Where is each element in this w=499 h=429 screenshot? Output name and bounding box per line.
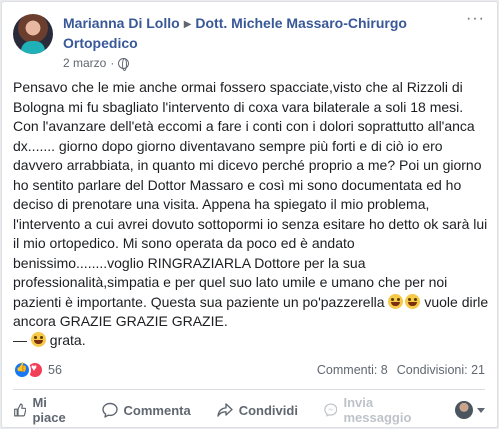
post-signature: — grata. bbox=[13, 332, 86, 348]
globe-icon[interactable] bbox=[118, 57, 130, 71]
shares-count-link[interactable]: Condivisioni: 21 bbox=[397, 363, 485, 377]
messenger-icon bbox=[324, 403, 338, 417]
thumbs-up-icon bbox=[14, 403, 27, 417]
comments-count-link[interactable]: Commenti: 8 bbox=[317, 363, 388, 377]
post-body: Pensavo che le mie anche ormai fossero s… bbox=[13, 78, 489, 332]
post-title: Marianna Di Lollo ▶ Dott. Michele Massaro-… bbox=[63, 14, 448, 52]
action-bar: Mi piace Commenta Condividi Invia messag… bbox=[13, 394, 485, 426]
share-icon bbox=[217, 403, 233, 417]
comment-icon bbox=[101, 402, 118, 418]
post-card: Marianna Di Lollo ▶ Dott. Michele Massaro-… bbox=[1, 1, 498, 428]
post-body-text: Pensavo che le mie anche ormai fossero s… bbox=[13, 79, 488, 310]
arrow-right-icon: ▶ bbox=[183, 19, 192, 30]
comment-button[interactable]: Commenta bbox=[101, 402, 191, 418]
like-button[interactable]: Mi piace bbox=[13, 395, 76, 425]
author-name[interactable]: Marianna Di Lollo bbox=[63, 15, 180, 31]
post-header: Marianna Di Lollo ▶ Dott. Michele Massaro-… bbox=[13, 11, 485, 72]
reaction-count: 56 bbox=[48, 363, 62, 377]
post-date[interactable]: 2 marzo bbox=[63, 56, 106, 70]
send-message-button[interactable]: Invia messaggio bbox=[324, 395, 429, 425]
divider bbox=[13, 389, 485, 390]
smiling-emoji-icon bbox=[30, 332, 46, 347]
share-button[interactable]: Condividi bbox=[217, 402, 298, 418]
profile-selector[interactable] bbox=[455, 401, 485, 419]
caret-down-icon bbox=[477, 407, 485, 413]
winking-emoji-icon bbox=[405, 293, 421, 309]
like-reaction-icon bbox=[13, 361, 31, 379]
reactions-summary[interactable]: 56 bbox=[13, 361, 62, 379]
author-avatar[interactable] bbox=[13, 14, 53, 54]
more-horizontal-icon[interactable]: ··· bbox=[466, 11, 485, 27]
profile-avatar bbox=[455, 401, 473, 419]
grinning-emoji-icon bbox=[388, 293, 404, 309]
post-meta: 2 marzo · bbox=[63, 56, 130, 71]
post-stats: 56 Commenti: 8 Condivisioni: 21 bbox=[13, 359, 485, 379]
